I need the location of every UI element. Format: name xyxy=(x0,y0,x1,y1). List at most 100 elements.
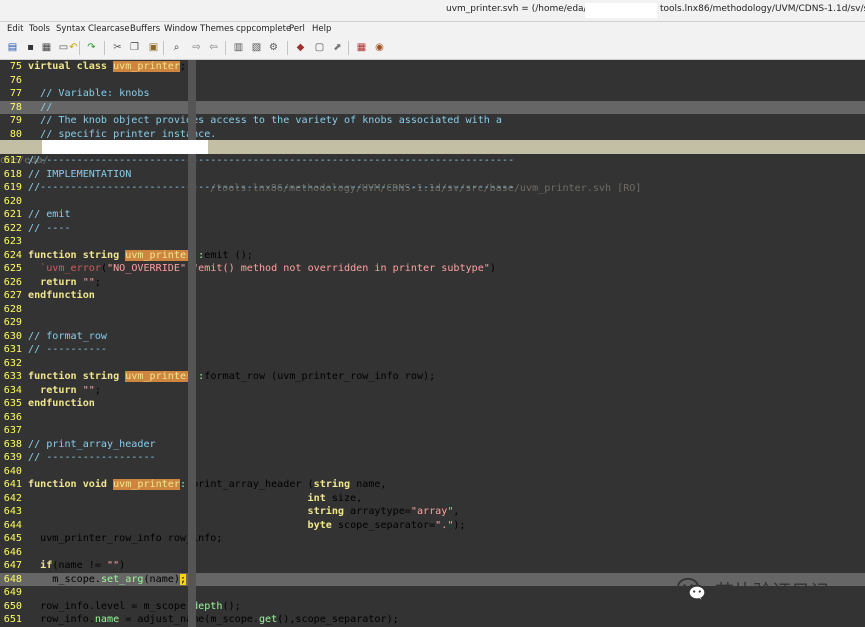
cut-icon[interactable]: ✂ xyxy=(111,41,124,54)
watermark: 芯片验证日记 xyxy=(677,575,829,605)
line-code: `uvm_error("NO_OVERRIDE","emit() method … xyxy=(40,263,496,274)
save-session-icon[interactable]: ▧ xyxy=(250,41,263,54)
indent-guide xyxy=(188,60,196,140)
line-number: 631 xyxy=(3,344,22,355)
toolbar-separator xyxy=(79,41,80,55)
code-line[interactable]: 627 endfunction xyxy=(0,289,865,303)
wechat-icon xyxy=(677,577,707,603)
menu-buffers[interactable]: Buffers xyxy=(130,24,160,34)
code-line[interactable]: 634 return ""; xyxy=(0,384,865,398)
help-icon[interactable]: ▦ xyxy=(355,41,368,54)
code-line[interactable]: 639 // ------------------ xyxy=(0,451,865,465)
code-line[interactable]: 628 xyxy=(0,303,865,317)
code-line[interactable]: 637 xyxy=(0,424,865,438)
line-code: // format_row xyxy=(28,330,108,342)
save-all-icon[interactable]: ▦ xyxy=(40,41,53,54)
find-next-icon[interactable]: ⇨ xyxy=(190,41,203,54)
redaction-box xyxy=(585,3,657,18)
line-code: // ---- xyxy=(28,222,71,234)
line-number: 647 xyxy=(3,560,22,571)
menu-themes[interactable]: Themes xyxy=(200,24,234,34)
line-number: 640 xyxy=(3,465,22,477)
paste-icon[interactable]: ▣ xyxy=(147,41,160,54)
code-line[interactable]: 77 // Variable: knobs xyxy=(0,87,865,101)
line-code: return ""; xyxy=(40,384,101,396)
line-code: if(name != "") xyxy=(40,560,126,571)
load-session-icon[interactable]: ▥ xyxy=(232,41,245,54)
code-line[interactable]: 626 return ""; xyxy=(0,276,865,290)
menu-perl[interactable]: Perl xyxy=(289,24,305,34)
save-icon[interactable]: ▪ xyxy=(24,41,37,54)
code-line[interactable]: 623 xyxy=(0,235,865,249)
tag-jump-icon[interactable]: ⬈ xyxy=(331,41,344,54)
code-line[interactable]: 640 xyxy=(0,465,865,479)
line-code: row_info.level = m_scope.depth(); xyxy=(28,600,241,612)
code-line[interactable]: 624 function string uvm_printer::emit (); xyxy=(0,249,865,263)
line-code: // xyxy=(40,101,53,113)
toolbar-separator xyxy=(348,41,349,55)
code-line[interactable]: 620 xyxy=(0,195,865,209)
find-help-icon[interactable]: ◉ xyxy=(373,41,386,54)
window-title-bar: uvm_printer.svh = (/home/eda/ tools.lnx8… xyxy=(0,0,865,22)
menu-clearcase[interactable]: Clearcase xyxy=(88,24,130,34)
code-line[interactable]: 617 //-----------------------------------… xyxy=(0,154,865,168)
code-line[interactable]: 631 // ---------- xyxy=(0,343,865,357)
watermark-text: 芯片验证日记 xyxy=(715,580,830,603)
code-line[interactable]: 638 // print_array_header xyxy=(0,438,865,452)
code-line[interactable]: 621 // emit xyxy=(0,208,865,222)
code-line[interactable]: 644 byte scope_separator="."); xyxy=(0,519,865,533)
code-line[interactable]: 641 function void uvm_printer::print_arra… xyxy=(0,478,865,492)
open-icon[interactable]: ▤ xyxy=(6,41,19,54)
code-line[interactable]: 632 xyxy=(0,357,865,371)
line-code: // ------------------ xyxy=(28,452,156,463)
code-line[interactable]: 75 virtual class uvm_printer; xyxy=(0,60,865,74)
code-line[interactable]: 629 xyxy=(0,316,865,330)
menu-cppcomplete[interactable]: cppcomplete xyxy=(236,24,291,34)
menu-tools[interactable]: Tools xyxy=(29,24,50,34)
run-script-icon[interactable]: ⚙ xyxy=(267,41,280,54)
line-code: m_scope.set_arg(name); xyxy=(28,573,187,585)
code-line[interactable]: 622 // ---- xyxy=(0,222,865,236)
code-line[interactable]: 651 row_info.name = adjust_name(m_scope.… xyxy=(0,613,865,627)
find-prev-icon[interactable]: ⇦ xyxy=(207,41,220,54)
menu-edit[interactable]: Edit xyxy=(7,24,23,34)
code-line[interactable]: 78 // xyxy=(0,100,865,114)
code-line[interactable]: 619 //-----------------------------------… xyxy=(0,181,865,195)
line-number: 633 xyxy=(3,371,22,382)
line-code: // IMPLEMENTATION xyxy=(28,168,132,180)
line-number: 635 xyxy=(3,398,22,409)
line-number: 630 xyxy=(3,330,22,342)
shell-icon[interactable]: ▢ xyxy=(313,41,326,54)
code-line[interactable]: 643 string arraytype="array", xyxy=(0,505,865,519)
code-line[interactable]: 642 int size, xyxy=(0,492,865,506)
code-line[interactable]: 618 // IMPLEMENTATION xyxy=(0,168,865,182)
code-line[interactable]: 633 function string uvm_printer::format_r… xyxy=(0,370,865,384)
code-line[interactable]: 630 // format_row xyxy=(0,330,865,344)
code-line[interactable]: 80 // specific printer instance. xyxy=(0,128,865,142)
line-code: endfunction xyxy=(28,398,95,409)
copy-icon[interactable]: ❐ xyxy=(128,41,141,54)
code-line[interactable]: 646 xyxy=(0,546,865,560)
make-icon[interactable]: ◆ xyxy=(294,41,307,54)
line-number: 622 xyxy=(3,222,22,234)
line-number: 623 xyxy=(3,236,22,247)
code-line[interactable]: 647 if(name != "") xyxy=(0,559,865,573)
code-line[interactable]: 76 xyxy=(0,74,865,88)
code-line[interactable]: 635 endfunction xyxy=(0,397,865,411)
menu-help[interactable]: Help xyxy=(312,24,331,34)
line-number: 620 xyxy=(3,195,22,207)
find-icon[interactable]: ⌕ xyxy=(170,41,183,54)
menu-syntax[interactable]: Syntax xyxy=(56,24,85,34)
line-number: 643 xyxy=(3,506,22,517)
line-number: 624 xyxy=(3,249,22,261)
code-line[interactable]: 645 uvm_printer_row_info row_info; xyxy=(0,532,865,546)
code-line[interactable]: 636 xyxy=(0,411,865,425)
line-number: 642 xyxy=(3,492,22,504)
menu-window[interactable]: Window xyxy=(164,24,198,34)
code-line[interactable]: 79 // The knob object provides access to… xyxy=(0,114,865,128)
code-line[interactable]: 625 `uvm_error("NO_OVERRIDE","emit() met… xyxy=(0,262,865,276)
redo-icon[interactable]: ↷ xyxy=(85,41,98,54)
toolbar-separator xyxy=(163,41,164,55)
code-editor[interactable]: 75 virtual class uvm_printer; 76 77 // Vari… xyxy=(0,60,865,627)
line-number: 625 xyxy=(3,263,22,274)
